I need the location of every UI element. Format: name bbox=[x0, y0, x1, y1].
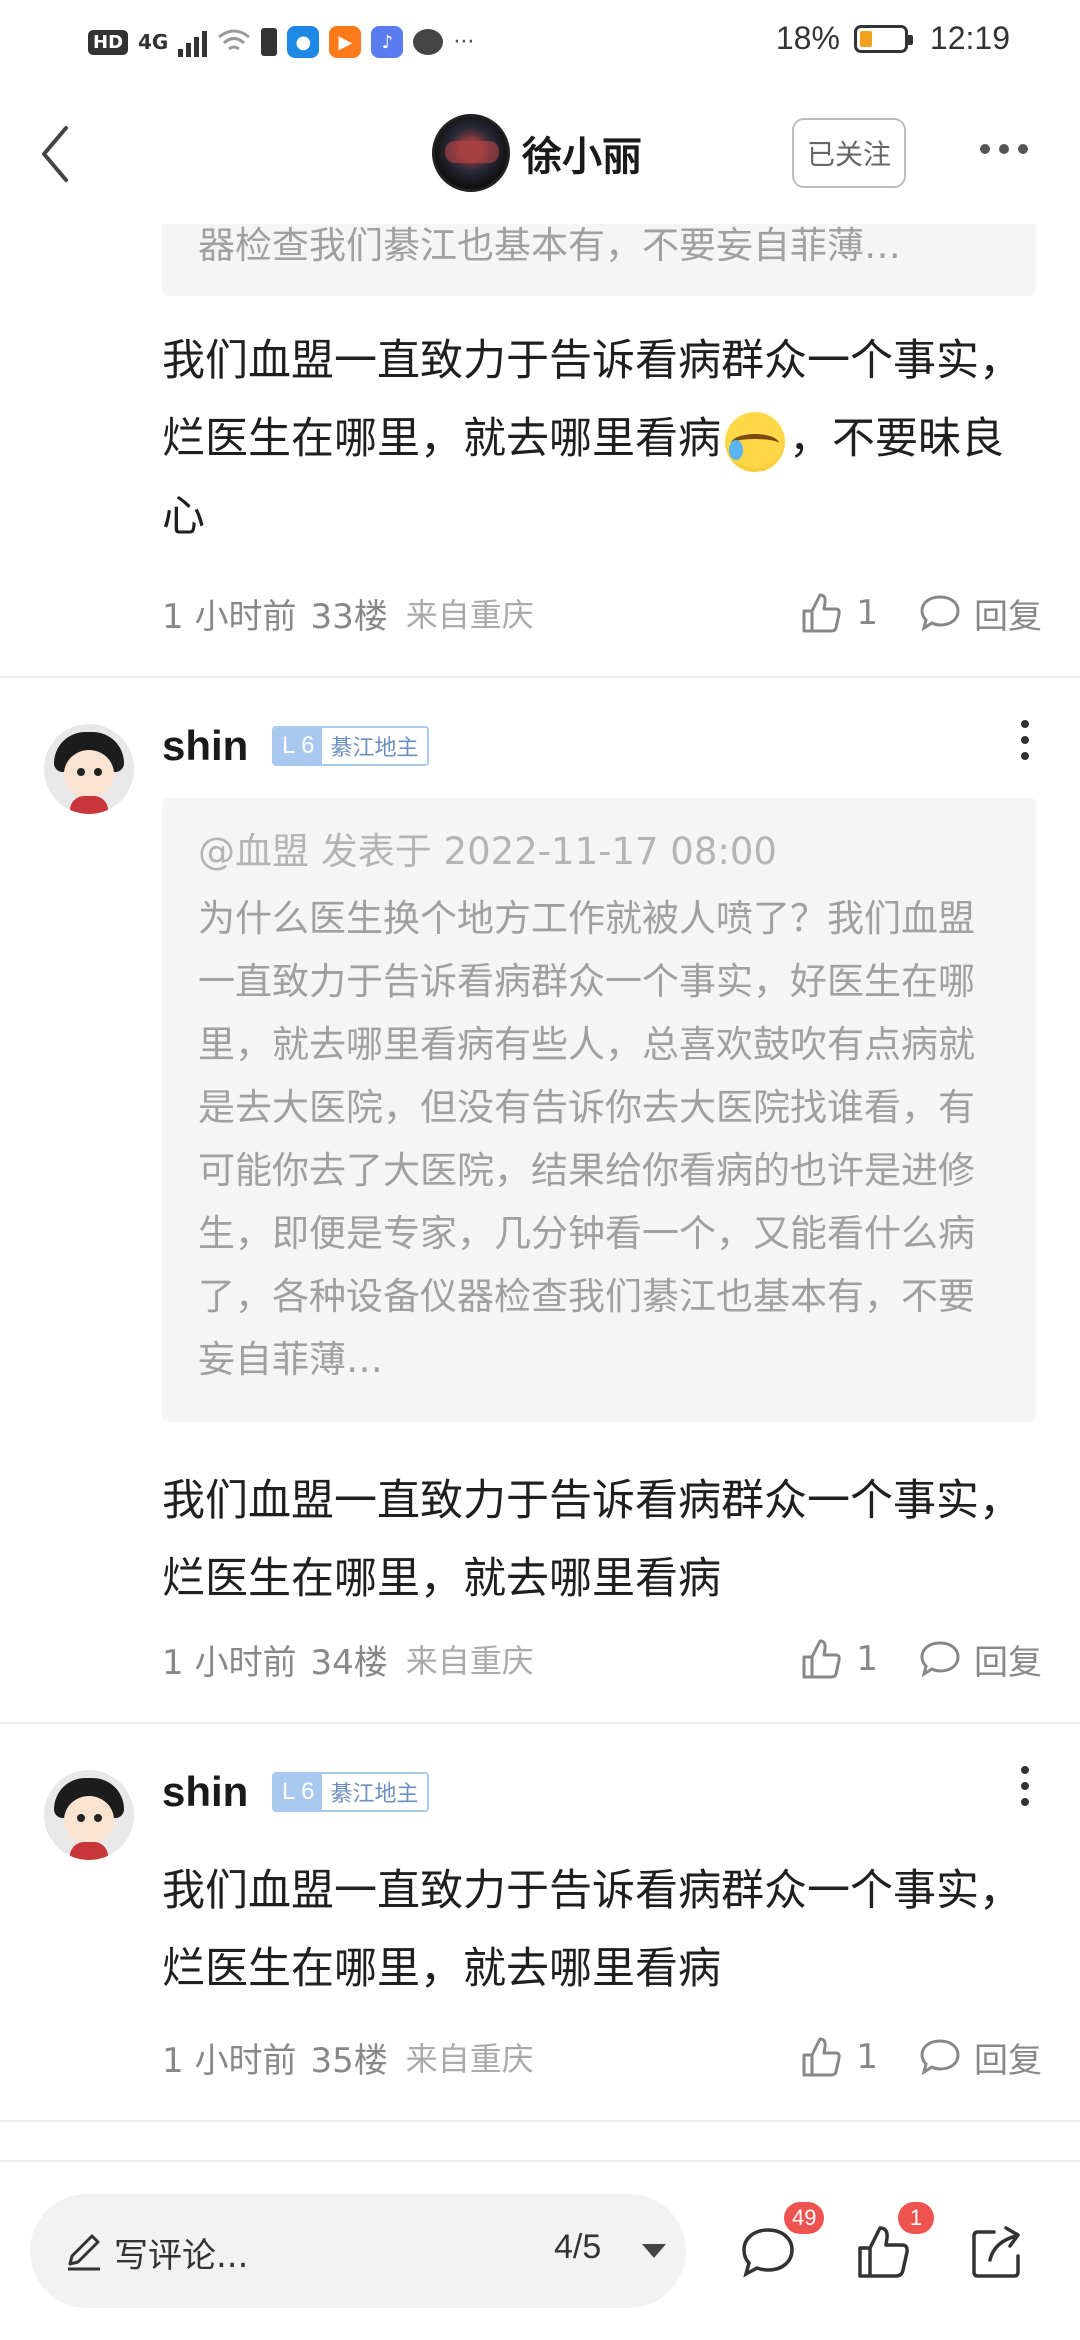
quote-header: @血盟 发表于 2022-11-17 08:00 bbox=[198, 830, 777, 873]
avatar[interactable] bbox=[44, 1770, 134, 1860]
like-count-badge: 1 bbox=[898, 2202, 934, 2234]
comment-time: 1 小时前 bbox=[162, 596, 297, 637]
comment-placeholder: 写评论... bbox=[114, 2236, 249, 2276]
like-icon[interactable] bbox=[800, 1637, 844, 1681]
pen-icon bbox=[68, 2234, 100, 2271]
top-nav-bar: 徐小丽 已关注 bbox=[0, 84, 1080, 224]
username[interactable]: shin bbox=[162, 1768, 248, 1816]
comment-time: 1 小时前 bbox=[162, 2040, 297, 2081]
comment-meta: 1 小时前 34楼 来自重庆 1 回复 bbox=[162, 1634, 1042, 1684]
floor-number: 33楼 bbox=[310, 596, 388, 637]
like-count: 1 bbox=[856, 593, 878, 633]
avatar[interactable] bbox=[44, 724, 134, 814]
divider bbox=[0, 2120, 1080, 2122]
comment-time: 1 小时前 bbox=[162, 1642, 297, 1683]
reply-icon[interactable] bbox=[918, 593, 962, 633]
kebab-icon[interactable] bbox=[1018, 1766, 1032, 1806]
dropdown-icon[interactable] bbox=[642, 2244, 666, 2258]
more-icon[interactable] bbox=[980, 144, 1028, 154]
page-indicator[interactable]: 4/5 bbox=[554, 2228, 601, 2267]
like-icon[interactable] bbox=[800, 2035, 844, 2079]
reply-button[interactable]: 回复 bbox=[974, 1635, 1042, 1684]
floor-number: 35楼 bbox=[310, 2040, 388, 2081]
comment-list: 器检查我们綦江也基本有，不要妄自菲薄… 我们血盟一直致力于告诉看病群众一个事实，… bbox=[0, 0, 1080, 2340]
divider bbox=[0, 676, 1080, 678]
follow-button[interactable]: 已关注 bbox=[792, 118, 906, 188]
share-icon[interactable] bbox=[966, 2220, 1030, 2284]
username[interactable]: shin bbox=[162, 722, 248, 770]
reply-icon[interactable] bbox=[918, 2037, 962, 2077]
divider bbox=[0, 1722, 1080, 1724]
kebab-icon[interactable] bbox=[1018, 720, 1032, 760]
author-name[interactable]: 徐小丽 bbox=[522, 124, 642, 182]
comment-location: 来自重庆 bbox=[405, 1642, 534, 1680]
level-number: L 6 bbox=[274, 728, 323, 764]
level-title: 綦江地主 bbox=[322, 1774, 427, 1810]
level-badge: L 6 綦江地主 bbox=[272, 726, 429, 766]
comment-input[interactable]: 写评论... 4/5 bbox=[30, 2194, 686, 2308]
comment-meta: 1 小时前 33楼 来自重庆 1 回复 bbox=[162, 588, 1042, 638]
reply-button[interactable]: 回复 bbox=[974, 589, 1042, 638]
quote-block[interactable]: @血盟 发表于 2022-11-17 08:00 为什么医生换个地方工作就被人喷… bbox=[162, 798, 1036, 1422]
reply-button[interactable]: 回复 bbox=[974, 2033, 1042, 2082]
back-icon[interactable] bbox=[26, 118, 86, 190]
level-number: L 6 bbox=[274, 1774, 323, 1810]
reply-icon[interactable] bbox=[918, 1639, 962, 1679]
comment-text: 我们血盟一直致力于告诉看病群众一个事实，烂医生在哪里，就去哪里看病 bbox=[162, 1866, 1022, 1994]
comment-text: 我们血盟一直致力于告诉看病群众一个事实，烂医生在哪里，就去哪里看病 ，不要昧良心 bbox=[162, 336, 1022, 542]
comment-count-badge: 49 bbox=[784, 2202, 825, 2234]
floor-number: 34楼 bbox=[310, 1642, 388, 1683]
comment-text: 我们血盟一直致力于告诉看病群众一个事实，烂医生在哪里，就去哪里看病 bbox=[162, 1476, 1022, 1604]
author-avatar[interactable] bbox=[432, 114, 510, 192]
bottom-bar: 写评论... 4/5 49 1 bbox=[0, 2160, 1080, 2340]
comment-location: 来自重庆 bbox=[405, 2040, 534, 2078]
comment-location: 来自重庆 bbox=[405, 596, 534, 634]
level-badge: L 6 綦江地主 bbox=[272, 1772, 429, 1812]
crying-laugh-emoji-icon bbox=[725, 411, 785, 472]
like-count: 1 bbox=[856, 1639, 878, 1679]
like-count: 1 bbox=[856, 2037, 878, 2077]
like-icon[interactable] bbox=[800, 591, 844, 635]
comment-meta: 1 小时前 35楼 来自重庆 1 回复 bbox=[162, 2032, 1042, 2082]
quote-text: 为什么医生换个地方工作就被人喷了？我们血盟一直致力于告诉看病群众一个事实，好医生… bbox=[198, 897, 975, 1381]
level-title: 綦江地主 bbox=[322, 728, 427, 764]
